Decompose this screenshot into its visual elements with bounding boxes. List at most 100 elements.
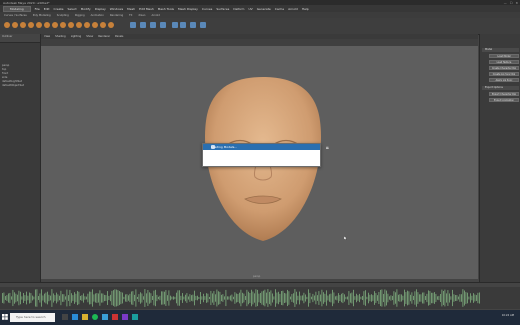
sculpt-brush-icon[interactable] xyxy=(60,22,66,28)
shelf-tab[interactable]: FX xyxy=(129,14,132,17)
tool-icon[interactable] xyxy=(150,22,156,28)
menu-item[interactable]: UV xyxy=(248,7,252,11)
sculpt-brush-icon[interactable] xyxy=(44,22,50,28)
windows-start-icon[interactable] xyxy=(2,314,8,320)
os-taskbar: Type here to search 10:24 AM xyxy=(0,310,520,325)
camera-label: persp xyxy=(253,275,261,278)
audio-waveform xyxy=(2,289,480,307)
tool-icon[interactable] xyxy=(160,22,166,28)
shelf xyxy=(0,18,520,35)
sculpt-brush-icon[interactable] xyxy=(4,22,10,28)
tool-icon[interactable] xyxy=(130,22,136,28)
export-animation-button[interactable]: Export Animation xyxy=(489,98,519,102)
load-model-button[interactable]: Load Model xyxy=(489,54,519,58)
shelf-tab[interactable]: Rigging xyxy=(75,14,85,17)
menu-item[interactable]: Modify xyxy=(81,7,91,11)
outliner-item[interactable]: top xyxy=(2,68,6,71)
loading-dialog: Loading Models... — ☐ ✕ xyxy=(202,143,329,167)
shelf-tab[interactable]: Poly Modeling xyxy=(33,14,51,17)
tool-icon[interactable] xyxy=(172,22,178,28)
menu-item[interactable]: Windows xyxy=(110,7,123,11)
menu-item[interactable]: Mesh Display xyxy=(178,7,198,11)
workspace-selector[interactable]: Modeling xyxy=(3,5,31,12)
outliner-item[interactable]: side xyxy=(2,76,7,79)
app-icon[interactable] xyxy=(112,314,118,320)
create-lip-sync-rig-button[interactable]: Create Lip Sync Rig xyxy=(489,72,519,76)
menu-item[interactable]: Cache xyxy=(275,7,284,11)
viewport-menu-item[interactable]: Panels xyxy=(115,35,123,38)
minimize-icon[interactable]: — xyxy=(504,1,507,5)
menu-item[interactable]: Arnold xyxy=(288,7,298,11)
app-icon[interactable] xyxy=(102,314,108,320)
edge-icon[interactable] xyxy=(72,314,78,320)
menu-item[interactable]: Create xyxy=(54,7,64,11)
spotify-icon[interactable] xyxy=(92,314,98,320)
sculpt-brush-icon[interactable] xyxy=(12,22,18,28)
tool-panel: Model Load Model Load Texture Create Cha… xyxy=(479,34,520,282)
outliner-item[interactable]: persp xyxy=(2,64,9,67)
shelf-tab[interactable]: Arnold xyxy=(151,14,159,17)
menu-item[interactable]: Generate xyxy=(257,7,271,11)
taskbar-clock: 10:24 AM xyxy=(501,314,514,317)
shelf-tab[interactable]: Rendering xyxy=(110,14,123,17)
viewport-menu-item[interactable]: Show xyxy=(86,35,93,38)
menu-item[interactable]: Help xyxy=(302,7,309,11)
timeline[interactable] xyxy=(0,282,520,309)
task-view-icon[interactable] xyxy=(62,314,68,320)
outliner-item[interactable]: front xyxy=(2,72,8,75)
shelf-tab[interactable]: Animation xyxy=(91,14,104,17)
close-icon[interactable]: ✕ xyxy=(515,1,518,5)
tool-icon[interactable] xyxy=(180,22,186,28)
shelf-tab[interactable]: Curves / Surfaces xyxy=(4,14,27,17)
app-icon[interactable] xyxy=(122,314,128,320)
menu-item[interactable]: Mesh Tools xyxy=(158,7,174,11)
outliner-panel: Outliner persp top front side defaultLig… xyxy=(0,34,41,282)
viewport-menu-item[interactable]: Renderer xyxy=(98,35,110,38)
load-texture-button[interactable]: Load Texture xyxy=(489,60,519,64)
sculpt-brush-icon[interactable] xyxy=(20,22,26,28)
panel-section-title[interactable]: Export Options xyxy=(482,86,519,90)
sculpt-brush-icon[interactable] xyxy=(68,22,74,28)
menu-item[interactable]: Select xyxy=(67,7,76,11)
apply-lip-sync-button[interactable]: Apply Lip Sync xyxy=(489,78,519,82)
sculpt-brush-icon[interactable] xyxy=(52,22,58,28)
viewport-menu-item[interactable]: Lighting xyxy=(71,35,81,38)
file-explorer-icon[interactable] xyxy=(82,314,88,320)
sculpt-brush-icon[interactable] xyxy=(108,22,114,28)
outliner-item[interactable]: defaultObjectSet xyxy=(2,84,24,87)
menu-item[interactable]: Deform xyxy=(233,7,244,11)
shelf-tab[interactable]: XGen xyxy=(138,14,145,17)
tool-icon[interactable] xyxy=(140,22,146,28)
window-title: Autodesk Maya 2020: untitled* xyxy=(3,0,50,5)
menu-item[interactable]: Surfaces xyxy=(216,7,229,11)
menu-item[interactable]: File xyxy=(35,7,40,11)
create-character-rig-button[interactable]: Create Character Rig xyxy=(489,66,519,70)
sculpt-brush-icon[interactable] xyxy=(92,22,98,28)
viewport-menu-item[interactable]: Shading xyxy=(55,35,66,38)
maya-icon[interactable] xyxy=(132,314,138,320)
sculpt-brush-icon[interactable] xyxy=(36,22,42,28)
menu-item[interactable]: Curves xyxy=(202,7,212,11)
menu-item[interactable]: Edit xyxy=(44,7,50,11)
maximize-icon[interactable]: ☐ xyxy=(510,1,513,5)
main-menubar: Modeling File Edit Create Select Modify … xyxy=(0,5,520,12)
panel-section-title[interactable]: Model xyxy=(482,48,519,52)
dialog-titlebar: Loading Models... — ☐ ✕ xyxy=(203,144,329,150)
tool-icon[interactable] xyxy=(190,22,196,28)
sculpt-brush-icon[interactable] xyxy=(84,22,90,28)
sculpt-brush-icon[interactable] xyxy=(100,22,106,28)
dialog-title: Loading Models... xyxy=(211,145,238,149)
tool-icon[interactable] xyxy=(200,22,206,28)
outliner-item[interactable]: defaultLightSet xyxy=(2,80,22,83)
mouse-cursor-icon xyxy=(344,236,347,240)
sculpt-brush-icon[interactable] xyxy=(28,22,34,28)
viewport-menu-item[interactable]: View xyxy=(44,35,50,38)
menu-item[interactable]: Edit Mesh xyxy=(139,7,154,11)
shelf-tab[interactable]: Sculpting xyxy=(57,14,69,17)
export-character-rig-button[interactable]: Export Character Rig xyxy=(489,92,519,96)
menu-item[interactable]: Mesh xyxy=(127,7,135,11)
taskbar-search-input[interactable]: Type here to search xyxy=(10,313,55,322)
sculpt-brush-icon[interactable] xyxy=(76,22,82,28)
menu-item[interactable]: Display xyxy=(95,7,106,11)
close-icon[interactable]: ✕ xyxy=(326,146,329,150)
